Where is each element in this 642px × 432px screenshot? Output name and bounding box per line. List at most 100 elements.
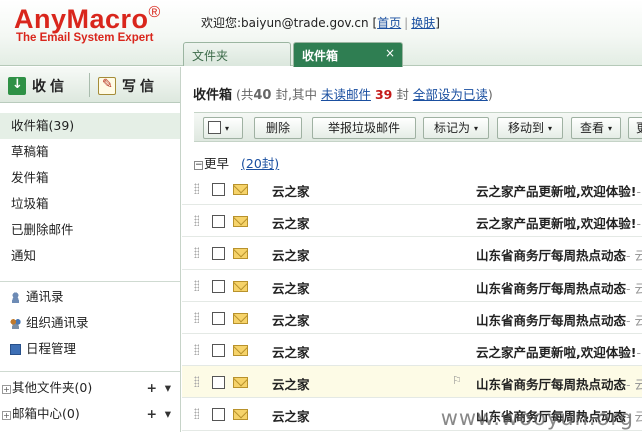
email-subject[interactable]: 山东省商务厅每周热点动态- 云之家 xyxy=(476,310,642,329)
tab-folders[interactable]: 文件夹 xyxy=(183,42,291,66)
drag-handle-icon[interactable] xyxy=(194,343,199,355)
row-checkbox[interactable] xyxy=(212,215,225,229)
sidebar-item-calendar[interactable]: 日程管理 xyxy=(0,336,180,362)
drag-handle-icon[interactable] xyxy=(194,183,199,194)
move-to-dropdown[interactable]: 移动到 ▾ xyxy=(497,117,563,139)
close-icon[interactable]: × xyxy=(385,46,395,60)
folder-list: 收件箱(39) 草稿箱 发件箱 垃圾箱 已删除邮件 通知 xyxy=(0,113,180,269)
email-subject[interactable]: 山东省商务厅每周热点动态- 云之家 xyxy=(476,245,642,264)
date-group-header[interactable]: −更早 (20封) xyxy=(194,153,279,172)
chevron-down-icon: ▾ xyxy=(225,124,230,133)
subject-text: 云之家产品更新啦,欢迎体验! xyxy=(476,344,637,360)
sender-name[interactable]: 云之家 xyxy=(272,278,310,297)
email-row[interactable]: 云之家 山东省商务厅每周热点动态- 云之家 xyxy=(182,237,642,270)
chevron-down-icon[interactable]: ▾ xyxy=(165,401,171,427)
flag-icon[interactable]: ⚐ xyxy=(452,374,462,387)
email-row[interactable]: 云之家 山东省商务厅每周热点动态- 云之家 xyxy=(182,302,642,334)
drag-handle-icon[interactable] xyxy=(194,247,199,259)
drag-handle-icon[interactable] xyxy=(194,376,199,388)
divider xyxy=(89,73,90,97)
view-dropdown[interactable]: 查看 ▾ xyxy=(571,117,621,139)
row-checkbox[interactable] xyxy=(212,247,225,261)
change-skin-link[interactable]: 换肤 xyxy=(411,16,435,30)
sidebar-item-contacts[interactable]: 通讯录 xyxy=(0,284,180,310)
home-link[interactable]: 首页 xyxy=(377,16,401,30)
mark-as-dropdown[interactable]: 标记为 ▾ xyxy=(423,117,489,139)
sidebar-item-junk[interactable]: 垃圾箱 xyxy=(0,191,180,217)
preview-tail: - 云之家 xyxy=(626,377,642,393)
report-spam-button[interactable]: 举报垃圾邮件 xyxy=(312,117,416,139)
row-checkbox[interactable] xyxy=(212,376,225,390)
subject-text: 云之家产品更新啦,欢迎体验! xyxy=(476,184,637,199)
receive-button[interactable]: 收信 xyxy=(8,73,68,99)
delete-button[interactable]: 删除 xyxy=(254,117,302,139)
expand-icon[interactable]: + xyxy=(2,385,11,394)
sender-name[interactable]: 云之家 xyxy=(272,213,310,232)
email-row[interactable]: 云之家 云之家产品更新啦,欢迎体验!- 云之家 xyxy=(182,334,642,367)
expand-icon[interactable]: + xyxy=(2,411,11,420)
envelope-icon xyxy=(233,312,248,324)
collapse-icon[interactable]: − xyxy=(194,161,203,170)
tool-label: 日程管理 xyxy=(26,341,77,356)
envelope-icon xyxy=(233,184,248,195)
drag-handle-icon[interactable] xyxy=(194,311,199,323)
email-subject[interactable]: 云之家产品更新啦,欢迎体验!- 云之家 xyxy=(476,213,642,232)
envelope-icon xyxy=(233,344,248,356)
sender-name[interactable]: 云之家 xyxy=(272,181,310,200)
row-checkbox[interactable] xyxy=(212,279,225,293)
email-row[interactable]: 云之家 云之家产品更新啦,欢迎体验!- 云之家 xyxy=(182,173,642,206)
email-subject[interactable]: 云之家产品更新啦,欢迎体验!- 云之家 xyxy=(476,181,642,200)
sidebar-item-org-contacts[interactable]: 组织通讯录 xyxy=(0,310,180,336)
tool-label: 通讯录 xyxy=(26,289,64,304)
sidebar-item-inbox[interactable]: 收件箱(39) xyxy=(0,113,180,139)
mark-all-read-link[interactable]: 全部设为已读 xyxy=(413,87,488,102)
calendar-icon xyxy=(10,343,21,355)
sender-name[interactable]: 云之家 xyxy=(272,245,310,264)
unread-count: 39 xyxy=(374,87,393,102)
email-subject[interactable]: 云之家产品更新啦,欢迎体验!- 云之家 xyxy=(476,342,642,361)
more-dropdown[interactable]: 更多 xyxy=(628,117,642,139)
unread-mail-link[interactable]: 未读邮件 xyxy=(321,87,371,102)
chevron-down-icon: ▾ xyxy=(474,124,479,133)
total-count: 40 xyxy=(253,88,272,103)
compose-button[interactable]: 写信 xyxy=(98,73,158,99)
sidebar-item-deleted[interactable]: 已删除邮件 xyxy=(0,217,180,243)
sender-name[interactable]: 云之家 xyxy=(272,342,310,361)
drag-handle-icon[interactable] xyxy=(194,215,199,227)
email-row[interactable]: 云之家 云之家产品更新啦,欢迎体验!- 云之家 xyxy=(182,205,642,238)
email-row[interactable]: 云之家 山东省商务厅每周热点动态- 云之家 xyxy=(182,270,642,302)
add-folder-button[interactable]: + xyxy=(147,375,157,401)
sidebar-item-drafts[interactable]: 草稿箱 xyxy=(0,139,180,165)
compose-label: 写信 xyxy=(122,79,158,95)
email-subject[interactable]: 山东省商务厅每周热点动态- 云之家 xyxy=(476,278,642,297)
row-checkbox[interactable] xyxy=(212,311,225,325)
preview-tail: - 云之家 xyxy=(636,344,642,360)
email-list: 云之家云之家产品更新啦,欢迎体验!- 云之家云之家云之家产品更新啦,欢迎体验!-… xyxy=(182,173,642,431)
sidebar-item-outbox[interactable]: 发件箱 xyxy=(0,165,180,191)
drag-handle-icon[interactable] xyxy=(194,408,199,420)
sender-name[interactable]: 云之家 xyxy=(272,374,310,393)
org-contacts-icon xyxy=(10,317,21,329)
sidebar-group-other-folders[interactable]: + 其他文件夹(0) + ▾ xyxy=(0,375,180,401)
sender-name[interactable]: 云之家 xyxy=(272,310,310,329)
email-row[interactable]: 云之家 ⚐ 山东省商务厅每周热点动态- 云之家 xyxy=(182,366,642,399)
date-group-count[interactable]: (20封) xyxy=(241,156,279,171)
row-checkbox[interactable] xyxy=(212,183,225,196)
preview-tail: - 云之家 xyxy=(626,312,642,328)
add-mailbox-button[interactable]: + xyxy=(147,401,157,427)
date-group-label: 更早 xyxy=(204,156,230,171)
summary-mid: 封,其中 xyxy=(275,87,317,102)
sender-name[interactable]: 云之家 xyxy=(272,406,310,425)
chevron-down-icon[interactable]: ▾ xyxy=(165,375,171,401)
select-all-checkbox[interactable] xyxy=(208,121,221,134)
tab-inbox[interactable]: 收件箱 × xyxy=(293,42,403,67)
divider: | xyxy=(404,16,409,30)
sidebar-item-notifications[interactable]: 通知 xyxy=(0,243,180,269)
select-all-dropdown[interactable]: ▾ xyxy=(203,117,243,139)
sidebar-group-mail-center[interactable]: + 邮箱中心(0) + ▾ xyxy=(0,401,180,427)
email-subject[interactable]: 山东省商务厅每周热点动态- 云之家 xyxy=(476,374,642,393)
row-checkbox[interactable] xyxy=(212,408,225,422)
drag-handle-icon[interactable] xyxy=(194,279,199,291)
row-checkbox[interactable] xyxy=(212,343,225,357)
subject-text: 山东省商务厅每周热点动态 xyxy=(476,377,627,393)
